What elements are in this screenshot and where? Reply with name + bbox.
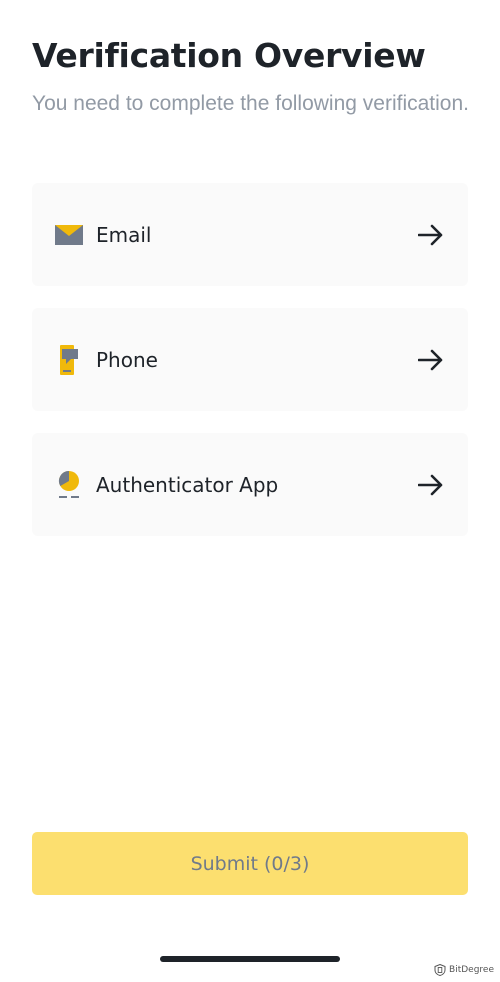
home-indicator[interactable] bbox=[160, 956, 340, 962]
phone-icon bbox=[55, 344, 83, 375]
header: Verification Overview You need to comple… bbox=[32, 34, 472, 119]
watermark-text: BitDegree bbox=[449, 965, 494, 975]
arrow-right-icon bbox=[417, 349, 444, 371]
authenticator-option[interactable]: Authenticator App bbox=[32, 433, 468, 536]
email-icon bbox=[55, 221, 83, 249]
authenticator-label: Authenticator App bbox=[96, 472, 279, 497]
arrow-right-icon bbox=[417, 224, 444, 246]
email-label: Email bbox=[96, 222, 152, 247]
page-title: Verification Overview bbox=[32, 36, 426, 75]
bitdegree-logo-icon bbox=[434, 963, 446, 977]
phone-option[interactable]: Phone bbox=[32, 308, 468, 411]
arrow-right-icon bbox=[417, 474, 444, 496]
verification-options: Email Phone Authenticator App bbox=[32, 183, 468, 558]
phone-label: Phone bbox=[96, 347, 158, 372]
watermark: BitDegree bbox=[434, 963, 494, 977]
authenticator-icon bbox=[55, 470, 83, 499]
page-subtitle: You need to complete the following verif… bbox=[32, 92, 470, 115]
submit-button[interactable]: Submit (0/3) bbox=[32, 832, 468, 895]
email-option[interactable]: Email bbox=[32, 183, 468, 286]
